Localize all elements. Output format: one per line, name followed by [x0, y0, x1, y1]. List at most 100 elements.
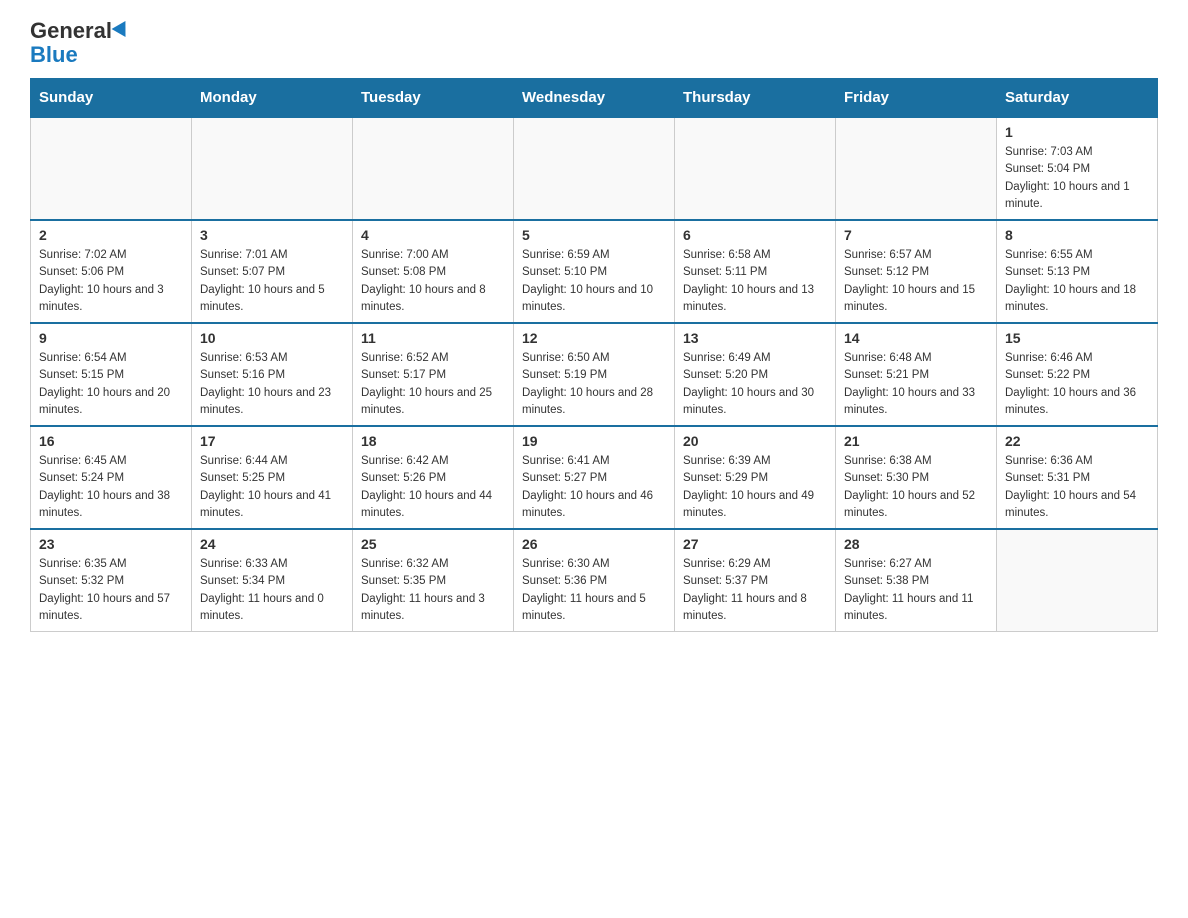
calendar-cell: [353, 117, 514, 220]
calendar-cell: 15Sunrise: 6:46 AMSunset: 5:22 PMDayligh…: [997, 323, 1158, 426]
day-number: 4: [361, 227, 505, 243]
day-info: Sunrise: 6:35 AM: [39, 556, 183, 573]
day-info: Daylight: 11 hours and 8 minutes.: [683, 591, 827, 626]
day-info: Sunset: 5:29 PM: [683, 470, 827, 487]
header-wednesday: Wednesday: [514, 79, 675, 118]
day-number: 15: [1005, 330, 1149, 346]
day-number: 13: [683, 330, 827, 346]
day-info: Sunset: 5:31 PM: [1005, 470, 1149, 487]
day-number: 16: [39, 433, 183, 449]
day-info: Daylight: 11 hours and 3 minutes.: [361, 591, 505, 626]
header-saturday: Saturday: [997, 79, 1158, 118]
logo-name: General: [30, 20, 112, 42]
calendar-cell: 24Sunrise: 6:33 AMSunset: 5:34 PMDayligh…: [192, 529, 353, 632]
header-monday: Monday: [192, 79, 353, 118]
day-info: Sunset: 5:16 PM: [200, 367, 344, 384]
day-info: Sunset: 5:19 PM: [522, 367, 666, 384]
calendar-cell: 12Sunrise: 6:50 AMSunset: 5:19 PMDayligh…: [514, 323, 675, 426]
day-info: Daylight: 10 hours and 23 minutes.: [200, 385, 344, 420]
day-info: Daylight: 10 hours and 44 minutes.: [361, 488, 505, 523]
page-header: General Blue: [30, 20, 1158, 68]
calendar-cell: 6Sunrise: 6:58 AMSunset: 5:11 PMDaylight…: [675, 220, 836, 323]
day-info: Sunset: 5:10 PM: [522, 264, 666, 281]
day-info: Daylight: 10 hours and 15 minutes.: [844, 282, 988, 317]
day-info: Sunset: 5:13 PM: [1005, 264, 1149, 281]
day-number: 14: [844, 330, 988, 346]
day-number: 10: [200, 330, 344, 346]
day-number: 6: [683, 227, 827, 243]
calendar-cell: 13 Sunrise: 6:49 AMSunset: 5:20 PMDayligh…: [675, 323, 836, 426]
day-info: Sunset: 5:35 PM: [361, 573, 505, 590]
day-info: Daylight: 10 hours and 5 minutes.: [200, 282, 344, 317]
day-info: Sunset: 5:27 PM: [522, 470, 666, 487]
day-info: Sunset: 5:38 PM: [844, 573, 988, 590]
calendar-header-row: SundayMondayTuesdayWednesdayThursdayFrid…: [31, 79, 1158, 118]
day-number: 23: [39, 536, 183, 552]
day-info: Sunrise: 6:46 AM: [1005, 350, 1149, 367]
day-info: Sunrise: 6:30 AM: [522, 556, 666, 573]
day-number: 9: [39, 330, 183, 346]
day-info: Sunset: 5:08 PM: [361, 264, 505, 281]
day-info: Daylight: 10 hours and 30 minutes.: [683, 385, 827, 420]
day-number: 1: [1005, 124, 1149, 140]
calendar-week-row: 16Sunrise: 6:45 AMSunset: 5:24 PMDayligh…: [31, 426, 1158, 529]
day-number: 2: [39, 227, 183, 243]
day-info: Daylight: 10 hours and 52 minutes.: [844, 488, 988, 523]
day-number: 28: [844, 536, 988, 552]
day-info: Sunrise: 6:54 AM: [39, 350, 183, 367]
day-info: Daylight: 10 hours and 49 minutes.: [683, 488, 827, 523]
day-info: Sunset: 5:37 PM: [683, 573, 827, 590]
day-info: Daylight: 10 hours and 41 minutes.: [200, 488, 344, 523]
day-info: Daylight: 10 hours and 18 minutes.: [1005, 282, 1149, 317]
day-info: Sunset: 5:06 PM: [39, 264, 183, 281]
calendar-cell: 21Sunrise: 6:38 AMSunset: 5:30 PMDayligh…: [836, 426, 997, 529]
day-info: Sunset: 5:25 PM: [200, 470, 344, 487]
day-info: Sunset: 5:07 PM: [200, 264, 344, 281]
day-info: Daylight: 11 hours and 11 minutes.: [844, 591, 988, 626]
day-info: Daylight: 11 hours and 5 minutes.: [522, 591, 666, 626]
day-number: 26: [522, 536, 666, 552]
calendar-cell: 25Sunrise: 6:32 AMSunset: 5:35 PMDayligh…: [353, 529, 514, 632]
day-info: Sunrise: 6:55 AM: [1005, 247, 1149, 264]
day-number: 27: [683, 536, 827, 552]
day-info: Sunset: 5:36 PM: [522, 573, 666, 590]
day-number: 22: [1005, 433, 1149, 449]
day-info: Sunset: 5:11 PM: [683, 264, 827, 281]
day-info: Sunrise: 6:45 AM: [39, 453, 183, 470]
day-info: Sunrise: 7:00 AM: [361, 247, 505, 264]
day-info: Sunrise: 6:42 AM: [361, 453, 505, 470]
day-info: Sunrise: 6:59 AM: [522, 247, 666, 264]
calendar-cell: 22 Sunrise: 6:36 AMSunset: 5:31 PMDayligh…: [997, 426, 1158, 529]
day-info: Sunrise: 6:50 AM: [522, 350, 666, 367]
day-info: Sunrise: 6:49 AM: [683, 350, 827, 367]
calendar-cell: [836, 117, 997, 220]
day-info: Daylight: 10 hours and 10 minutes.: [522, 282, 666, 317]
calendar-cell: 10Sunrise: 6:53 AMSunset: 5:16 PMDayligh…: [192, 323, 353, 426]
day-info: Sunset: 5:20 PM: [683, 367, 827, 384]
day-info: Sunrise: 6:52 AM: [361, 350, 505, 367]
calendar-cell: 16Sunrise: 6:45 AMSunset: 5:24 PMDayligh…: [31, 426, 192, 529]
day-number: 7: [844, 227, 988, 243]
header-sunday: Sunday: [31, 79, 192, 118]
day-number: 8: [1005, 227, 1149, 243]
day-info: Sunset: 5:21 PM: [844, 367, 988, 384]
calendar-cell: 5 Sunrise: 6:59 AMSunset: 5:10 PMDaylight…: [514, 220, 675, 323]
calendar-cell: 4 Sunrise: 7:00 AMSunset: 5:08 PMDaylight…: [353, 220, 514, 323]
day-info: Sunset: 5:15 PM: [39, 367, 183, 384]
day-info: Sunrise: 7:02 AM: [39, 247, 183, 264]
day-info: Sunrise: 6:36 AM: [1005, 453, 1149, 470]
day-info: Sunrise: 6:41 AM: [522, 453, 666, 470]
calendar-cell: 27Sunrise: 6:29 AMSunset: 5:37 PMDayligh…: [675, 529, 836, 632]
day-number: 3: [200, 227, 344, 243]
day-number: 20: [683, 433, 827, 449]
day-info: Daylight: 10 hours and 28 minutes.: [522, 385, 666, 420]
calendar-cell: 28Sunrise: 6:27 AMSunset: 5:38 PMDayligh…: [836, 529, 997, 632]
calendar-table: SundayMondayTuesdayWednesdayThursdayFrid…: [30, 78, 1158, 632]
calendar-week-row: 1Sunrise: 7:03 AMSunset: 5:04 PMDaylight…: [31, 117, 1158, 220]
day-info: Daylight: 10 hours and 8 minutes.: [361, 282, 505, 317]
day-number: 5: [522, 227, 666, 243]
calendar-cell: 20Sunrise: 6:39 AMSunset: 5:29 PMDayligh…: [675, 426, 836, 529]
day-info: Sunset: 5:30 PM: [844, 470, 988, 487]
day-info: Sunset: 5:32 PM: [39, 573, 183, 590]
day-info: Daylight: 10 hours and 54 minutes.: [1005, 488, 1149, 523]
